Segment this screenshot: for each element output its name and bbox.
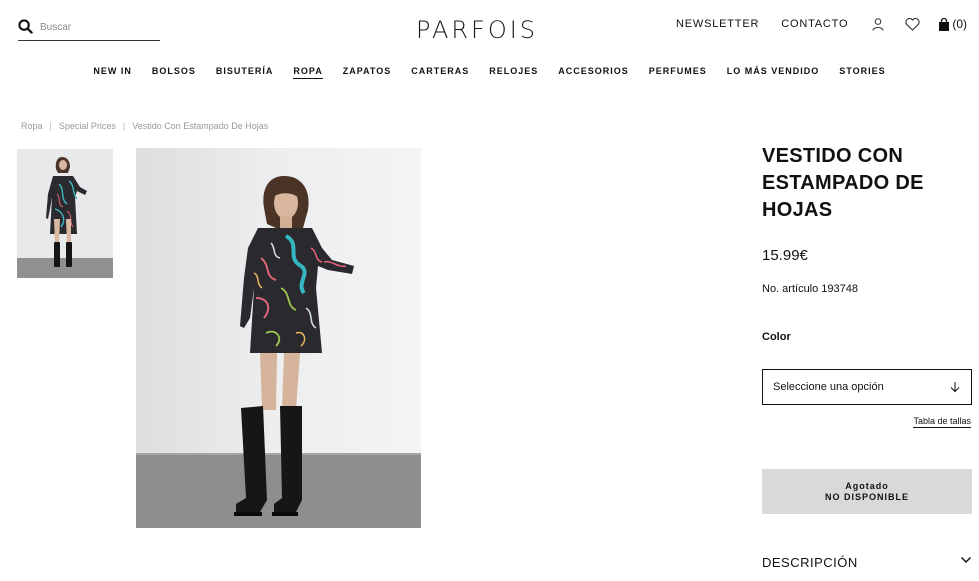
cart-button[interactable]: (0)	[938, 17, 967, 31]
nav-item-lo-mas-vendido[interactable]: LO MÁS VENDIDO	[727, 66, 820, 79]
arrow-down-icon	[950, 382, 960, 393]
description-label: DESCRIPCIÓN	[762, 555, 858, 570]
breadcrumb-separator: |	[122, 121, 126, 131]
color-select[interactable]: Seleccione una opción	[762, 369, 972, 405]
nav-item-zapatos[interactable]: ZAPATOS	[343, 66, 392, 79]
sold-out-button[interactable]: Agotado NO DISPONIBLE	[762, 469, 972, 514]
sold-out-line2: NO DISPONIBLE	[824, 491, 909, 502]
account-icon[interactable]	[870, 16, 886, 32]
newsletter-link[interactable]: NEWSLETTER	[676, 18, 759, 30]
product-price: 15.99€	[762, 247, 808, 264]
nav-item-new-in[interactable]: NEW IN	[93, 66, 132, 79]
cart-count: (0)	[952, 17, 967, 31]
breadcrumb-separator: |	[49, 121, 52, 131]
sku-label: No. artículo	[762, 283, 819, 295]
breadcrumb-item-ropa[interactable]: Ropa	[21, 121, 43, 131]
sold-out-line1: Agotado	[845, 480, 889, 491]
product-title: VESTIDO CON ESTAMPADO DE HOJAS	[762, 145, 924, 221]
size-table-link[interactable]: Tabla de tallas	[913, 416, 971, 428]
product-sku: No. artículo 193748	[762, 283, 858, 295]
product-thumbnail[interactable]	[17, 149, 113, 278]
search-icon[interactable]	[18, 19, 34, 35]
nav-item-bolsos[interactable]: BOLSOS	[152, 66, 196, 79]
wishlist-heart-icon[interactable]	[904, 16, 920, 32]
search-bar[interactable]	[18, 14, 160, 41]
brand-logo[interactable]: PARFOIS	[416, 16, 538, 44]
search-input[interactable]	[40, 21, 150, 33]
product-main-image[interactable]	[136, 148, 421, 528]
color-select-value: Seleccione una opción	[773, 381, 884, 393]
main-nav: NEW IN BOLSOS BISUTERÍA ROPA ZAPATOS CAR…	[0, 66, 979, 79]
breadcrumb-item-special-prices[interactable]: Special Prices	[59, 121, 116, 131]
nav-item-bisuteria[interactable]: BISUTERÍA	[216, 66, 274, 79]
nav-item-perfumes[interactable]: PERFUMES	[649, 66, 707, 79]
nav-item-carteras[interactable]: CARTERAS	[411, 66, 469, 79]
breadcrumb: Ropa | Special Prices | Vestido Con Esta…	[21, 121, 268, 131]
nav-item-stories[interactable]: STORIES	[839, 66, 885, 79]
color-label: Color	[762, 331, 791, 343]
description-toggle[interactable]: DESCRIPCIÓN	[762, 555, 972, 570]
nav-item-accesorios[interactable]: ACCESORIOS	[558, 66, 629, 79]
nav-item-ropa[interactable]: ROPA	[293, 66, 323, 79]
chevron-down-icon	[960, 556, 972, 564]
contact-link[interactable]: CONTACTO	[781, 18, 848, 30]
sku-value: 193748	[821, 283, 858, 295]
breadcrumb-item-current: Vestido Con Estampado De Hojas	[132, 121, 269, 131]
nav-item-relojes[interactable]: RELOJES	[489, 66, 538, 79]
shopping-bag-icon	[939, 17, 950, 31]
